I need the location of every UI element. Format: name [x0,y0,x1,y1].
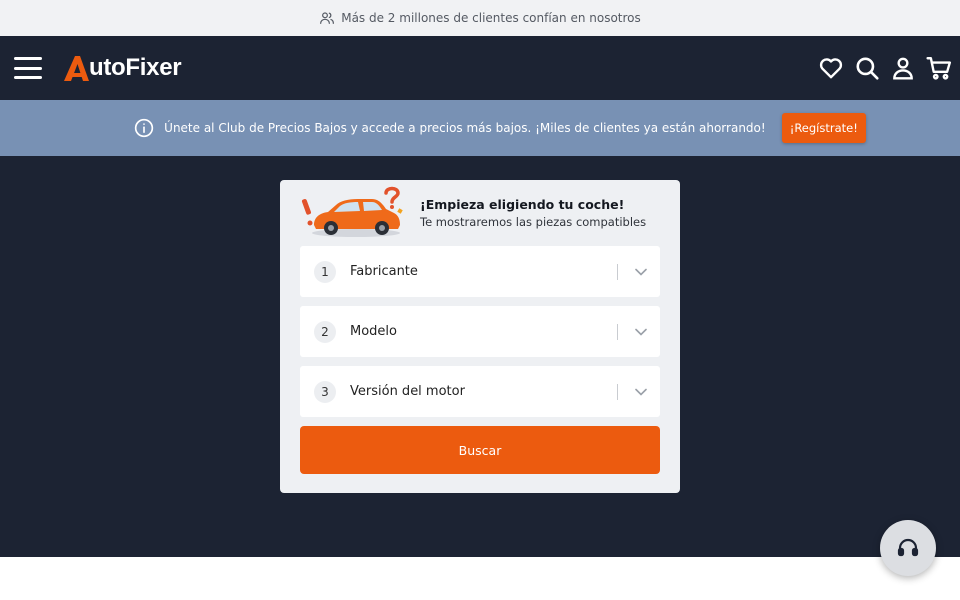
search-button[interactable]: Buscar [300,426,660,474]
register-button[interactable]: ¡Regístrate! [781,113,866,143]
promo-banner: Únete al Club de Precios Bajos y accede … [0,100,960,156]
info-icon [134,118,154,138]
selector-title: ¡Empieza eligiendo tu coche! [420,197,625,212]
logo[interactable]: utoFixer [62,53,182,83]
support-chat-button[interactable] [880,520,936,576]
heart-icon[interactable] [818,55,844,81]
menu-icon[interactable] [14,57,42,79]
main-header: utoFixer [0,36,960,100]
header-actions [818,36,952,100]
selector-header: ¡Empieza eligiendo tu coche! Te mostrare… [300,180,660,246]
chevron-down-icon [635,388,647,396]
promo-text: Únete al Club de Precios Bajos y accede … [164,121,766,135]
logo-text: utoFixer [89,54,182,81]
chevron-down-icon [635,268,647,276]
logo-a-icon [64,56,89,81]
content-section [0,557,960,600]
divider [617,324,618,340]
hero-section: ¡Empieza eligiendo tu coche! Te mostrare… [0,156,960,557]
manufacturer-select[interactable]: 1 Fabricante [300,246,660,297]
select-label: Fabricante [350,264,418,279]
car-illustration [301,186,403,237]
divider [617,384,618,400]
trust-text: Más de 2 millones de clientes confían en… [341,11,641,25]
divider [617,264,618,280]
search-icon[interactable] [854,55,880,81]
step-number: 3 [314,380,336,403]
users-icon [320,12,335,24]
trust-bar: Más de 2 millones de clientes confían en… [0,0,960,36]
engine-version-select[interactable]: 3 Versión del motor [300,366,660,417]
headset-icon [897,538,919,557]
model-select[interactable]: 2 Modelo [300,306,660,357]
select-label: Modelo [350,324,397,339]
chevron-down-icon [635,328,647,336]
user-icon[interactable] [890,55,916,81]
selector-subtitle: Te mostraremos las piezas compatibles [420,215,647,229]
step-number: 2 [314,320,336,343]
select-label: Versión del motor [350,384,465,399]
step-number: 1 [314,260,336,283]
vehicle-selector-card: ¡Empieza eligiendo tu coche! Te mostrare… [280,180,680,493]
cart-icon[interactable] [926,55,952,81]
